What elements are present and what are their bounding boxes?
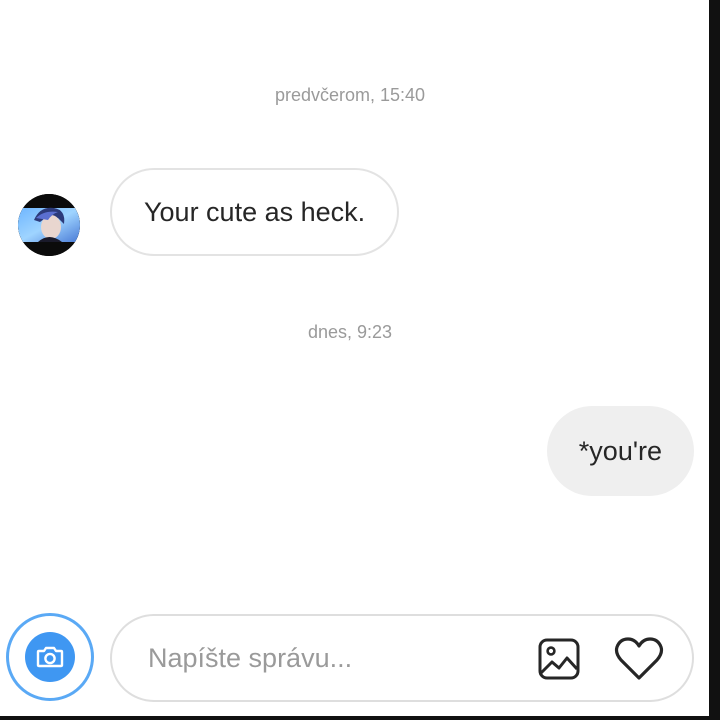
avatar-photo: [18, 194, 80, 256]
image-icon: [538, 638, 580, 680]
incoming-message-bubble[interactable]: Your cute as heck.: [110, 168, 400, 256]
direct-message-thread: predvčerom, 15:40 Your cute as heck. dne…: [0, 0, 720, 720]
camera-icon: [36, 646, 64, 668]
message-timestamp: predvčerom, 15:40: [274, 85, 426, 105]
screen-edge: [709, 0, 720, 720]
outgoing-message-bubble[interactable]: *you're: [546, 406, 694, 496]
like-button[interactable]: [612, 634, 666, 684]
message-timestamp: dnes, 9:23: [307, 322, 393, 342]
gallery-button[interactable]: [536, 636, 582, 682]
camera-button[interactable]: [6, 613, 94, 701]
avatar[interactable]: [18, 194, 80, 256]
screen-edge: [0, 716, 720, 720]
message-composer: [110, 614, 694, 702]
heart-icon: [614, 637, 664, 680]
camera-button-fill: [25, 632, 75, 682]
message-input[interactable]: [148, 632, 528, 684]
